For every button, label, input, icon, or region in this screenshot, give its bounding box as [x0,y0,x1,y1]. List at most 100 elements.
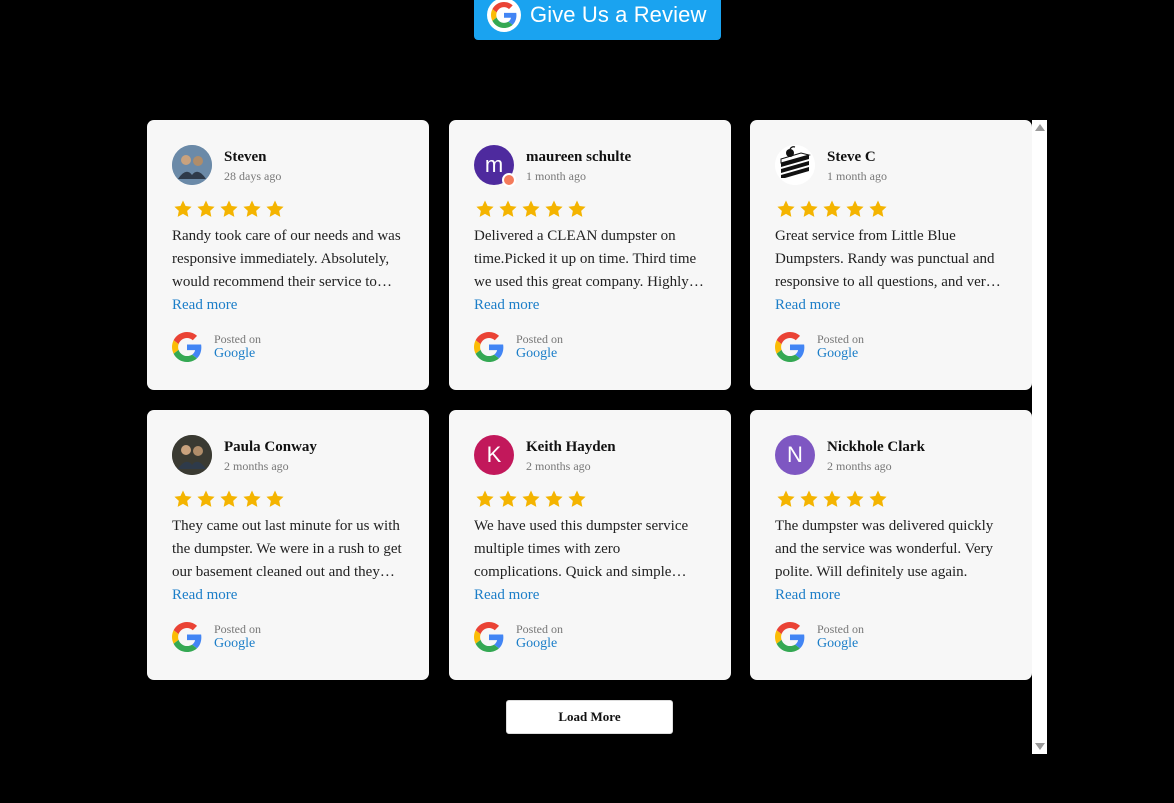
posted-on-label: Posted on [214,622,262,636]
posted-on-label: Posted on [516,622,564,636]
star-icon [172,199,194,221]
local-guide-badge-icon [502,173,516,187]
avatar-letter: K [486,442,502,467]
give-review-label: Give Us a Review [530,2,707,27]
cake-icon [775,145,815,185]
posted-on-label: Posted on [817,622,865,636]
read-more-link[interactable]: Read more [474,584,539,607]
review-card: m maureen schulte 1 month ago Delivered a C… [449,120,731,390]
reviewer-name: Nickhole Clark [827,438,925,455]
review-text: We have used this dumpster service multi… [474,518,689,580]
avatar [172,145,212,185]
google-logo-icon [474,622,504,652]
read-more-link[interactable]: Read more [775,294,840,317]
review-header: Paula Conway 2 months ago [172,435,404,475]
review-text: They came out last minute for us with th… [172,518,402,580]
star-rating [775,489,1007,511]
star-icon [520,199,542,221]
review-header: N Nickhole Clark 2 months ago [775,435,1007,475]
posted-on: Posted on Google [474,622,706,652]
review-card: Steve C 1 month ago Great service from Lit… [750,120,1032,390]
star-rating [775,199,1007,221]
star-icon [241,199,263,221]
star-icon [474,199,496,221]
star-icon [844,489,866,511]
read-more-link[interactable]: Read more [775,584,840,607]
posted-on-label: Posted on [214,332,262,346]
avatar [172,435,212,475]
star-icon [566,199,588,221]
star-rating [474,199,706,221]
google-source-link[interactable]: Google [214,346,261,362]
google-source-link[interactable]: Google [214,636,261,652]
star-icon [867,199,889,221]
posted-on: Posted on Google [474,332,706,362]
profile-photo [172,145,212,185]
review-time: 2 months ago [827,458,892,473]
star-rating [172,199,404,221]
review-header: m maureen schulte 1 month ago [474,145,706,187]
load-more-button[interactable]: Load More [506,700,673,734]
reviewer-name: Keith Hayden [526,438,616,455]
read-more-link[interactable]: Read more [172,584,237,607]
review-text: Delivered a CLEAN dumpster on time.Picke… [474,228,697,290]
give-review-button[interactable]: Give Us a Review [474,0,721,40]
star-icon [775,489,797,511]
google-source-link[interactable]: Google [817,346,864,362]
review-time: 2 months ago [224,458,289,473]
avatar: K [474,435,514,475]
avatar: N [775,435,815,475]
review-header: Steven 28 days ago [172,145,404,185]
star-icon [497,199,519,221]
star-icon [775,199,797,221]
reviewer-name: Paula Conway [224,438,317,455]
review-card: N Nickhole Clark 2 months ago The dumpster … [750,410,1032,680]
scrollbar[interactable] [1032,120,1047,754]
google-icon [487,0,521,32]
star-icon [264,199,286,221]
star-icon [172,489,194,511]
star-icon [520,489,542,511]
star-icon [543,199,565,221]
posted-on-label: Posted on [516,332,564,346]
star-icon [798,199,820,221]
star-icon [497,489,519,511]
review-card: K Keith Hayden 2 months ago We have used th… [449,410,731,680]
star-icon [218,199,240,221]
scroll-down-arrow-icon[interactable] [1035,743,1045,750]
review-time: 28 days ago [224,168,282,183]
star-icon [543,489,565,511]
reviewer-name: Steven [224,148,267,165]
read-more-link[interactable]: Read more [474,294,539,317]
review-text: The dumpster was delivered quickly and t… [775,518,994,580]
google-source-link[interactable]: Google [817,636,864,652]
star-icon [821,199,843,221]
avatar [775,145,815,185]
posted-on: Posted on Google [172,622,404,652]
avatar-letter: m [484,152,504,177]
star-icon [264,489,286,511]
avatar: m [474,145,516,187]
read-more-link[interactable]: Read more [172,294,237,317]
star-icon [474,489,496,511]
google-logo-icon [172,622,202,652]
review-header: Steve C 1 month ago [775,145,1007,185]
google-source-link[interactable]: Google [516,346,563,362]
google-logo-icon [775,622,805,652]
profile-photo [172,435,212,475]
posted-on: Posted on Google [775,622,1007,652]
posted-on: Posted on Google [775,332,1007,362]
review-time: 2 months ago [526,458,591,473]
google-logo-icon [775,332,805,362]
scroll-up-arrow-icon[interactable] [1035,124,1045,131]
star-icon [241,489,263,511]
star-icon [195,199,217,221]
posted-on: Posted on Google [172,332,404,362]
reviewer-name: Steve C [827,148,876,165]
google-logo-icon [172,332,202,362]
google-logo-icon [474,332,504,362]
reviews-scroll-area[interactable]: Steven 28 days ago Randy took care of our … [147,120,1047,754]
review-header: K Keith Hayden 2 months ago [474,435,706,475]
star-icon [195,489,217,511]
google-source-link[interactable]: Google [516,636,563,652]
